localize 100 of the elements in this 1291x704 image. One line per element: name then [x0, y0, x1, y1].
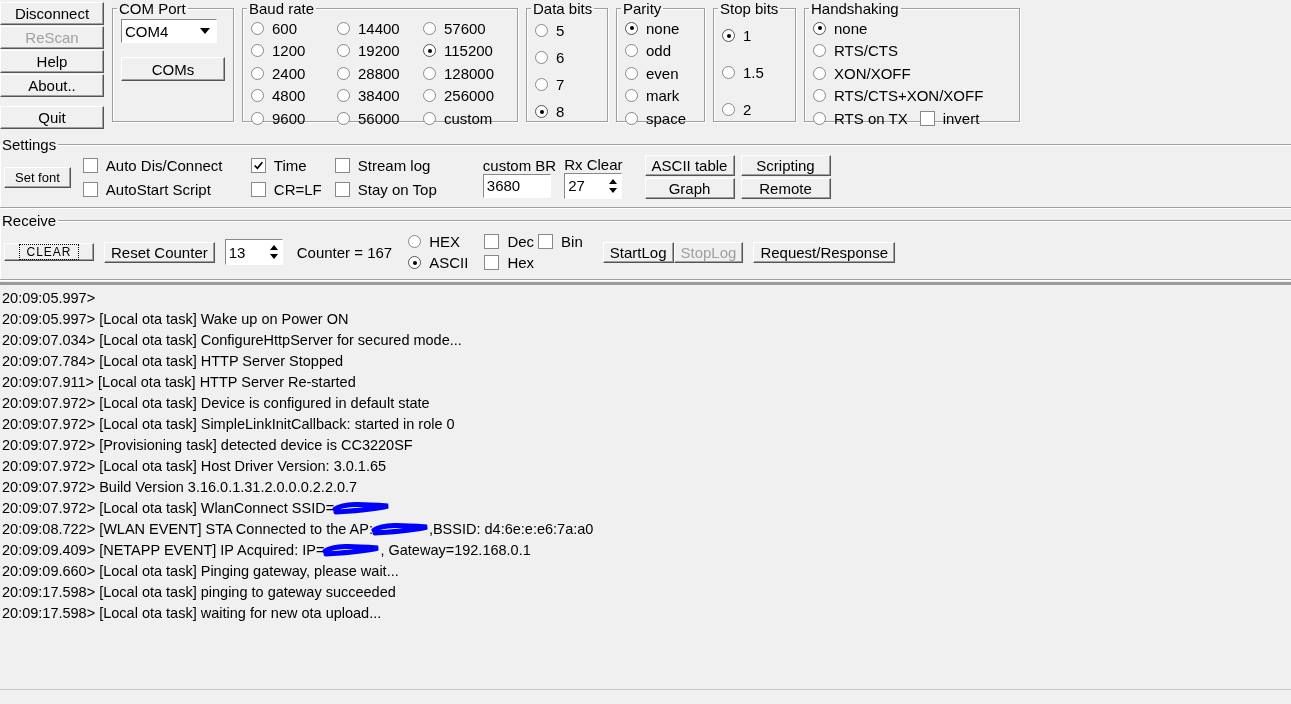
radio-button[interactable] [337, 111, 350, 125]
option-label: 56000 [358, 109, 400, 127]
radio-button[interactable] [337, 89, 350, 103]
checkbox[interactable] [82, 157, 98, 173]
number-spinner[interactable]: 13 [224, 239, 283, 265]
radio-button[interactable] [423, 21, 436, 35]
checkbox[interactable] [484, 234, 500, 249]
caret-icon[interactable] [200, 28, 210, 34]
tool-button[interactable]: ASCII table [644, 155, 735, 176]
checkbox-label: Hex [507, 254, 535, 271]
tool-button[interactable]: Remote [740, 178, 831, 199]
radio-button[interactable] [337, 44, 350, 58]
radio-button[interactable] [535, 51, 548, 64]
option-label: odd [646, 42, 672, 60]
log-line: 20:09:07.972> [Local ota task] Device is configured in default state [2, 394, 430, 411]
radio-button[interactable] [722, 29, 735, 42]
radio-button[interactable] [535, 78, 548, 91]
log-line: 20:09:08.722> [WLAN EVENT] STA Connected to the AP: [2, 520, 373, 537]
option-label: 5 [556, 22, 565, 39]
checkbox[interactable] [334, 181, 350, 197]
checkbox[interactable] [82, 181, 98, 197]
checkbox-label: Auto Dis/Connect [105, 156, 223, 174]
checkbox[interactable] [538, 234, 554, 249]
log-line: ,BSSID: d4:6e:e:e6:7a:a0 [428, 520, 594, 537]
checkbox[interactable] [919, 110, 935, 126]
checkbox[interactable] [250, 157, 266, 173]
radio-button[interactable] [813, 111, 826, 125]
radio-button[interactable] [423, 89, 436, 103]
set-font-button[interactable]: Set font [4, 166, 71, 188]
log-line: 20:09:07.972> [Local ota task] Host Driver Version: 3.0.1.65 [2, 457, 387, 474]
radio-button[interactable] [337, 66, 350, 80]
option-label: RTS/CTS+XON/XOFF [834, 87, 984, 105]
option-label: 256000 [444, 87, 495, 105]
radio-button[interactable] [251, 66, 264, 80]
command-button[interactable]: About.. [0, 74, 104, 97]
option-label: 7 [556, 76, 565, 93]
checkbox-label: CR=LF [273, 180, 322, 198]
baud-input-field[interactable]: 3680 [482, 173, 551, 198]
option-label: 8 [556, 103, 565, 120]
request-response-button[interactable]: Request/Response [753, 241, 895, 263]
checkbox[interactable] [250, 181, 266, 197]
radio-button[interactable] [408, 235, 422, 248]
radio-button[interactable] [423, 44, 436, 58]
tool-button[interactable]: Graph [644, 178, 735, 199]
radio-button[interactable] [337, 21, 350, 35]
command-button[interactable]: Quit [0, 106, 104, 129]
radio-button[interactable] [813, 89, 826, 103]
radio-button[interactable] [408, 256, 422, 269]
radio-button[interactable] [625, 21, 638, 35]
radio-button[interactable] [625, 89, 638, 103]
radio-button[interactable] [813, 44, 826, 58]
log-button[interactable]: StartLog [602, 241, 674, 263]
option-label: 115200 [444, 42, 493, 60]
checkbox-label: Bin [561, 233, 583, 250]
reset-counter-button[interactable]: Reset Counter [104, 241, 215, 263]
log-line: 20:09:07.972> [Local ota task] SimpleLinkInitCallback: started in role 0 [2, 415, 455, 432]
option-label: 28800 [358, 64, 400, 82]
command-button[interactable]: Disconnect [0, 2, 104, 25]
option-label: 600 [272, 19, 298, 37]
radio-button[interactable] [251, 89, 264, 103]
radio-button[interactable] [722, 103, 735, 116]
radio-button[interactable] [625, 44, 638, 58]
group-title: Data bits [532, 0, 594, 17]
checkbox-label: Stream log [357, 156, 431, 174]
radio-button[interactable] [423, 111, 436, 125]
radio-button[interactable] [251, 111, 264, 125]
counter-text: Counter = 167 [296, 243, 393, 261]
radio-button[interactable] [535, 24, 548, 37]
radio-button[interactable] [535, 105, 548, 118]
group-title: Stop bits [719, 0, 780, 17]
checkbox[interactable] [484, 255, 500, 270]
group-title: COM Port [118, 0, 187, 17]
checkbox-label: Dec [507, 233, 535, 250]
radio-button[interactable] [722, 66, 735, 79]
group-title: Parity [622, 0, 663, 17]
option-label: mark [646, 87, 680, 105]
port-dropdown[interactable]: COM4 [121, 19, 217, 43]
option-label: 1 [743, 27, 752, 44]
option-label: 1.5 [743, 64, 764, 81]
option-label: 9600 [272, 109, 306, 127]
checkbox[interactable] [334, 157, 350, 173]
clear-button[interactable]: CLEAR [4, 243, 94, 261]
option-label: 19200 [358, 42, 400, 60]
checkbox-label: AutoStart Script [105, 180, 211, 198]
radio-button[interactable] [251, 21, 264, 35]
option-label: 2 [743, 101, 752, 118]
checkbox-label: invert [942, 109, 980, 127]
radio-button[interactable] [423, 66, 436, 80]
radio-button[interactable] [625, 66, 638, 80]
radio-button[interactable] [813, 21, 826, 35]
option-label: 4800 [272, 87, 306, 105]
radio-button[interactable] [813, 66, 826, 80]
coms-button[interactable]: COMs [121, 57, 225, 81]
command-button[interactable]: Help [0, 50, 104, 73]
number-spinner[interactable]: 27 [564, 172, 623, 199]
option-label: HEX [429, 233, 461, 250]
log-line: 20:09:09.409> [NETAPP EVENT] IP Acquired: IP= [2, 541, 325, 558]
tool-button[interactable]: Scripting [740, 155, 831, 176]
radio-button[interactable] [625, 111, 638, 125]
radio-button[interactable] [251, 44, 264, 58]
